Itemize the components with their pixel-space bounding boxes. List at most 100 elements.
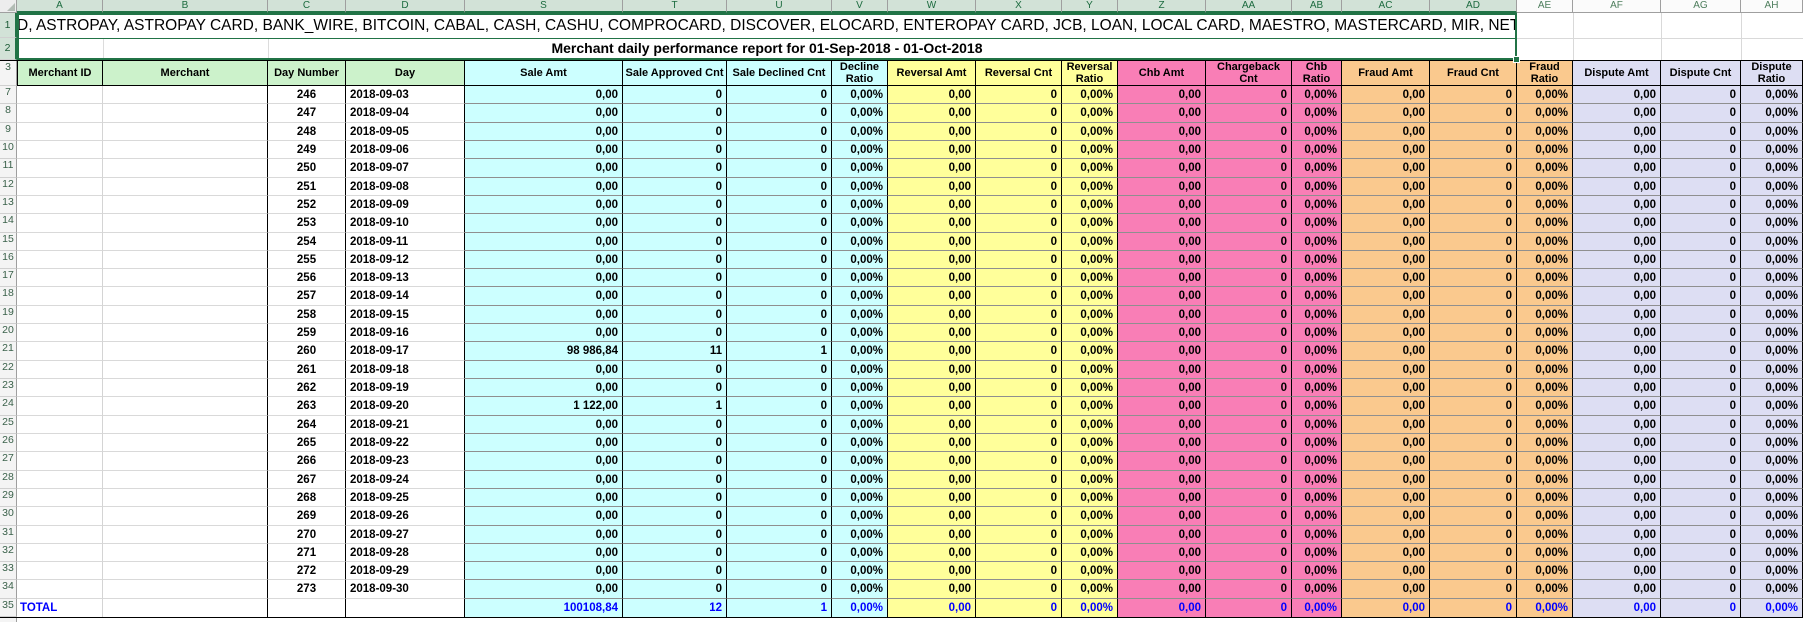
cell-reversal-ratio[interactable]: 0,00%: [1062, 269, 1118, 287]
cell-sale-amt[interactable]: 0,00: [465, 159, 623, 177]
row-number[interactable]: 24: [0, 397, 17, 415]
cell-fraud-amt[interactable]: 0,00: [1342, 306, 1430, 324]
row-number-35[interactable]: 35: [0, 599, 17, 617]
cell-decline-ratio[interactable]: 0,00%: [832, 416, 888, 434]
total-chb-ratio[interactable]: 0,00%: [1292, 599, 1342, 617]
cell-fraud-ratio[interactable]: 0,00%: [1517, 123, 1573, 141]
cell-sale-declined[interactable]: 0: [727, 324, 832, 342]
cell-fraud-cnt[interactable]: 0: [1430, 159, 1517, 177]
cell-decline-ratio[interactable]: 0,00%: [832, 269, 888, 287]
cell-chb-amt[interactable]: 0,00: [1118, 379, 1206, 397]
total-chb-amt[interactable]: 0,00: [1118, 599, 1206, 617]
cell-dispute-ratio[interactable]: 0,00%: [1741, 287, 1803, 305]
cell-day[interactable]: 2018-09-11: [346, 233, 465, 251]
cell-chb-ratio[interactable]: 0,00%: [1292, 471, 1342, 489]
cell-dispute-ratio[interactable]: 0,00%: [1741, 306, 1803, 324]
cell-sale-approved[interactable]: 0: [623, 251, 727, 269]
cell-dispute-ratio[interactable]: 0,00%: [1741, 251, 1803, 269]
header-sale-approved-cnt[interactable]: Sale Approved Cnt: [623, 61, 727, 86]
cell-reversal-ratio[interactable]: 0,00%: [1062, 123, 1118, 141]
cell-day-number[interactable]: 270: [268, 526, 346, 544]
cell-reversal-ratio[interactable]: 0,00%: [1062, 86, 1118, 104]
cell-fraud-ratio[interactable]: 0,00%: [1517, 287, 1573, 305]
row-number[interactable]: 11: [0, 159, 17, 177]
cell-sale-approved[interactable]: 0: [623, 287, 727, 305]
cell-sale-declined[interactable]: 0: [727, 562, 832, 580]
cell-dispute-amt[interactable]: 0,00: [1573, 416, 1661, 434]
cell-chb-ratio[interactable]: 0,00%: [1292, 452, 1342, 470]
cell-chb-amt[interactable]: 0,00: [1118, 562, 1206, 580]
cell-reversal-cnt[interactable]: 0: [976, 269, 1062, 287]
cell-chargeback-cnt[interactable]: 0: [1206, 507, 1292, 525]
cell-sale-amt[interactable]: 0,00: [465, 526, 623, 544]
cell-chb-ratio[interactable]: 0,00%: [1292, 397, 1342, 415]
cell-dispute-cnt[interactable]: 0: [1661, 324, 1741, 342]
cell-sale-declined[interactable]: 0: [727, 141, 832, 159]
cell-day[interactable]: 2018-09-05: [346, 123, 465, 141]
total-reversal-cnt[interactable]: 0: [976, 599, 1062, 617]
cell-day[interactable]: 2018-09-22: [346, 434, 465, 452]
cell-chargeback-cnt[interactable]: 0: [1206, 434, 1292, 452]
cell-sale-approved[interactable]: 0: [623, 489, 727, 507]
cell-fraud-cnt[interactable]: 0: [1430, 544, 1517, 562]
cell-chb-ratio[interactable]: 0,00%: [1292, 544, 1342, 562]
cell-day-number[interactable]: 271: [268, 544, 346, 562]
cell-dispute-ratio[interactable]: 0,00%: [1741, 86, 1803, 104]
total-fraud-amt[interactable]: 0,00: [1342, 599, 1430, 617]
cell-chb-amt[interactable]: 0,00: [1118, 507, 1206, 525]
select-all-corner[interactable]: [0, 0, 17, 13]
cell-fraud-amt[interactable]: 0,00: [1342, 178, 1430, 196]
cell-merchant-id[interactable]: [17, 397, 103, 415]
cell-dispute-cnt[interactable]: 0: [1661, 306, 1741, 324]
cell-dispute-amt[interactable]: 0,00: [1573, 471, 1661, 489]
cell-fraud-amt[interactable]: 0,00: [1342, 471, 1430, 489]
cell-fraud-amt[interactable]: 0,00: [1342, 434, 1430, 452]
column-letter-U[interactable]: U: [727, 0, 832, 13]
cell-dispute-ratio[interactable]: 0,00%: [1741, 269, 1803, 287]
cell-dispute-amt[interactable]: 0,00: [1573, 452, 1661, 470]
cell-fraud-cnt[interactable]: 0: [1430, 434, 1517, 452]
cell-reversal-amt[interactable]: 0,00: [888, 324, 976, 342]
cell-chargeback-cnt[interactable]: 0: [1206, 397, 1292, 415]
cell-dispute-cnt[interactable]: 0: [1661, 123, 1741, 141]
cell-dispute-amt[interactable]: 0,00: [1573, 251, 1661, 269]
merged-cell-a1-ad2[interactable]: D, ASTROPAY, ASTROPAY CARD, BANK_WIRE, B…: [17, 13, 1517, 60]
cell-dispute-amt[interactable]: 0,00: [1573, 342, 1661, 360]
cell-decline-ratio[interactable]: 0,00%: [832, 526, 888, 544]
cell-chargeback-cnt[interactable]: 0: [1206, 233, 1292, 251]
cell-reversal-cnt[interactable]: 0: [976, 306, 1062, 324]
cell-merchant[interactable]: [103, 526, 268, 544]
cell-sale-amt[interactable]: 0,00: [465, 452, 623, 470]
cell-reversal-amt[interactable]: 0,00: [888, 233, 976, 251]
cell-sale-amt[interactable]: 0,00: [465, 361, 623, 379]
cell-chargeback-cnt[interactable]: 0: [1206, 104, 1292, 122]
cell-reversal-ratio[interactable]: 0,00%: [1062, 544, 1118, 562]
cell-dispute-ratio[interactable]: 0,00%: [1741, 178, 1803, 196]
cell-merchant-id[interactable]: [17, 123, 103, 141]
cell-decline-ratio[interactable]: 0,00%: [832, 507, 888, 525]
cell-day[interactable]: 2018-09-10: [346, 214, 465, 232]
cell-merchant[interactable]: [103, 196, 268, 214]
cell-chb-ratio[interactable]: 0,00%: [1292, 86, 1342, 104]
cell-dispute-amt[interactable]: 0,00: [1573, 306, 1661, 324]
cell-reversal-cnt[interactable]: 0: [976, 159, 1062, 177]
cell-sale-declined[interactable]: 0: [727, 306, 832, 324]
cell-day-number[interactable]: 261: [268, 361, 346, 379]
cell-sale-amt[interactable]: 0,00: [465, 123, 623, 141]
cell-fraud-ratio[interactable]: 0,00%: [1517, 342, 1573, 360]
cell-merchant[interactable]: [103, 397, 268, 415]
cell-chb-amt[interactable]: 0,00: [1118, 86, 1206, 104]
row-number[interactable]: 17: [0, 269, 17, 287]
cell-dispute-ratio[interactable]: 0,00%: [1741, 452, 1803, 470]
cell-reversal-amt[interactable]: 0,00: [888, 104, 976, 122]
cell-fraud-ratio[interactable]: 0,00%: [1517, 379, 1573, 397]
cell-day-number[interactable]: 264: [268, 416, 346, 434]
row-number-36[interactable]: 36: [0, 618, 17, 622]
cell-merchant[interactable]: [103, 251, 268, 269]
cell-fraud-ratio[interactable]: 0,00%: [1517, 196, 1573, 214]
row-number[interactable]: 33: [0, 562, 17, 580]
total-dispute-cnt[interactable]: 0: [1661, 599, 1741, 617]
cell-dispute-ratio[interactable]: 0,00%: [1741, 214, 1803, 232]
cell-reversal-cnt[interactable]: 0: [976, 178, 1062, 196]
cell-chargeback-cnt[interactable]: 0: [1206, 361, 1292, 379]
